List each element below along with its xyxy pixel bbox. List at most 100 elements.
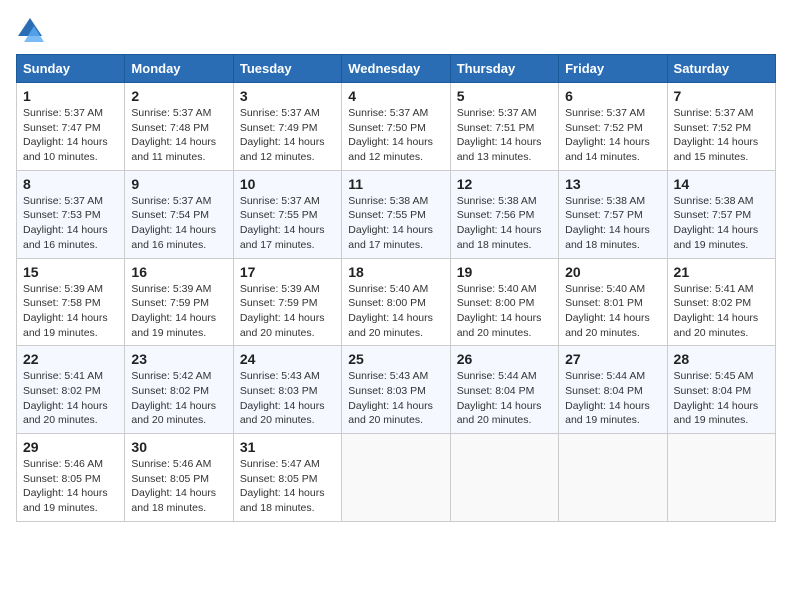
day-number: 11	[348, 176, 443, 192]
calendar-cell: 19 Sunrise: 5:40 AM Sunset: 8:00 PM Dayl…	[450, 258, 558, 346]
calendar-cell: 16 Sunrise: 5:39 AM Sunset: 7:59 PM Dayl…	[125, 258, 233, 346]
day-number: 7	[674, 88, 769, 104]
cell-content: Sunrise: 5:46 AM Sunset: 8:05 PM Dayligh…	[131, 457, 226, 516]
calendar-cell: 14 Sunrise: 5:38 AM Sunset: 7:57 PM Dayl…	[667, 170, 775, 258]
cell-content: Sunrise: 5:37 AM Sunset: 7:50 PM Dayligh…	[348, 106, 443, 165]
calendar-cell: 25 Sunrise: 5:43 AM Sunset: 8:03 PM Dayl…	[342, 346, 450, 434]
header	[16, 16, 776, 44]
day-number: 26	[457, 351, 552, 367]
calendar-cell: 20 Sunrise: 5:40 AM Sunset: 8:01 PM Dayl…	[559, 258, 667, 346]
cell-content: Sunrise: 5:41 AM Sunset: 8:02 PM Dayligh…	[23, 369, 118, 428]
cell-content: Sunrise: 5:40 AM Sunset: 8:00 PM Dayligh…	[348, 282, 443, 341]
cell-content: Sunrise: 5:43 AM Sunset: 8:03 PM Dayligh…	[240, 369, 335, 428]
day-number: 23	[131, 351, 226, 367]
calendar-cell	[450, 434, 558, 522]
calendar-cell: 24 Sunrise: 5:43 AM Sunset: 8:03 PM Dayl…	[233, 346, 341, 434]
cell-content: Sunrise: 5:42 AM Sunset: 8:02 PM Dayligh…	[131, 369, 226, 428]
logo	[16, 16, 48, 44]
cell-content: Sunrise: 5:38 AM Sunset: 7:55 PM Dayligh…	[348, 194, 443, 253]
calendar-cell: 6 Sunrise: 5:37 AM Sunset: 7:52 PM Dayli…	[559, 83, 667, 171]
weekday-header-row: SundayMondayTuesdayWednesdayThursdayFrid…	[17, 55, 776, 83]
day-number: 1	[23, 88, 118, 104]
day-number: 13	[565, 176, 660, 192]
calendar-cell: 22 Sunrise: 5:41 AM Sunset: 8:02 PM Dayl…	[17, 346, 125, 434]
day-number: 8	[23, 176, 118, 192]
logo-icon	[16, 16, 44, 44]
day-number: 27	[565, 351, 660, 367]
day-number: 29	[23, 439, 118, 455]
cell-content: Sunrise: 5:44 AM Sunset: 8:04 PM Dayligh…	[457, 369, 552, 428]
day-number: 22	[23, 351, 118, 367]
day-number: 20	[565, 264, 660, 280]
calendar-cell: 31 Sunrise: 5:47 AM Sunset: 8:05 PM Dayl…	[233, 434, 341, 522]
calendar-cell: 1 Sunrise: 5:37 AM Sunset: 7:47 PM Dayli…	[17, 83, 125, 171]
calendar-cell: 10 Sunrise: 5:37 AM Sunset: 7:55 PM Dayl…	[233, 170, 341, 258]
calendar-cell	[667, 434, 775, 522]
cell-content: Sunrise: 5:41 AM Sunset: 8:02 PM Dayligh…	[674, 282, 769, 341]
cell-content: Sunrise: 5:38 AM Sunset: 7:57 PM Dayligh…	[674, 194, 769, 253]
calendar-cell: 4 Sunrise: 5:37 AM Sunset: 7:50 PM Dayli…	[342, 83, 450, 171]
weekday-header-friday: Friday	[559, 55, 667, 83]
day-number: 21	[674, 264, 769, 280]
cell-content: Sunrise: 5:37 AM Sunset: 7:54 PM Dayligh…	[131, 194, 226, 253]
calendar-cell: 9 Sunrise: 5:37 AM Sunset: 7:54 PM Dayli…	[125, 170, 233, 258]
day-number: 18	[348, 264, 443, 280]
week-row-4: 22 Sunrise: 5:41 AM Sunset: 8:02 PM Dayl…	[17, 346, 776, 434]
cell-content: Sunrise: 5:38 AM Sunset: 7:56 PM Dayligh…	[457, 194, 552, 253]
calendar-cell: 17 Sunrise: 5:39 AM Sunset: 7:59 PM Dayl…	[233, 258, 341, 346]
week-row-3: 15 Sunrise: 5:39 AM Sunset: 7:58 PM Dayl…	[17, 258, 776, 346]
cell-content: Sunrise: 5:46 AM Sunset: 8:05 PM Dayligh…	[23, 457, 118, 516]
calendar-cell: 12 Sunrise: 5:38 AM Sunset: 7:56 PM Dayl…	[450, 170, 558, 258]
calendar-cell: 7 Sunrise: 5:37 AM Sunset: 7:52 PM Dayli…	[667, 83, 775, 171]
day-number: 10	[240, 176, 335, 192]
cell-content: Sunrise: 5:37 AM Sunset: 7:48 PM Dayligh…	[131, 106, 226, 165]
calendar-cell	[342, 434, 450, 522]
day-number: 15	[23, 264, 118, 280]
cell-content: Sunrise: 5:40 AM Sunset: 8:00 PM Dayligh…	[457, 282, 552, 341]
calendar-cell: 18 Sunrise: 5:40 AM Sunset: 8:00 PM Dayl…	[342, 258, 450, 346]
cell-content: Sunrise: 5:39 AM Sunset: 7:59 PM Dayligh…	[131, 282, 226, 341]
day-number: 16	[131, 264, 226, 280]
cell-content: Sunrise: 5:37 AM Sunset: 7:52 PM Dayligh…	[565, 106, 660, 165]
cell-content: Sunrise: 5:47 AM Sunset: 8:05 PM Dayligh…	[240, 457, 335, 516]
day-number: 25	[348, 351, 443, 367]
day-number: 6	[565, 88, 660, 104]
weekday-header-saturday: Saturday	[667, 55, 775, 83]
day-number: 5	[457, 88, 552, 104]
day-number: 30	[131, 439, 226, 455]
calendar-cell: 2 Sunrise: 5:37 AM Sunset: 7:48 PM Dayli…	[125, 83, 233, 171]
cell-content: Sunrise: 5:37 AM Sunset: 7:55 PM Dayligh…	[240, 194, 335, 253]
week-row-2: 8 Sunrise: 5:37 AM Sunset: 7:53 PM Dayli…	[17, 170, 776, 258]
day-number: 28	[674, 351, 769, 367]
weekday-header-tuesday: Tuesday	[233, 55, 341, 83]
weekday-header-sunday: Sunday	[17, 55, 125, 83]
day-number: 19	[457, 264, 552, 280]
calendar-cell: 8 Sunrise: 5:37 AM Sunset: 7:53 PM Dayli…	[17, 170, 125, 258]
calendar-cell: 3 Sunrise: 5:37 AM Sunset: 7:49 PM Dayli…	[233, 83, 341, 171]
cell-content: Sunrise: 5:37 AM Sunset: 7:47 PM Dayligh…	[23, 106, 118, 165]
day-number: 31	[240, 439, 335, 455]
day-number: 9	[131, 176, 226, 192]
day-number: 4	[348, 88, 443, 104]
week-row-5: 29 Sunrise: 5:46 AM Sunset: 8:05 PM Dayl…	[17, 434, 776, 522]
calendar-cell: 15 Sunrise: 5:39 AM Sunset: 7:58 PM Dayl…	[17, 258, 125, 346]
calendar-cell: 27 Sunrise: 5:44 AM Sunset: 8:04 PM Dayl…	[559, 346, 667, 434]
week-row-1: 1 Sunrise: 5:37 AM Sunset: 7:47 PM Dayli…	[17, 83, 776, 171]
calendar-cell: 21 Sunrise: 5:41 AM Sunset: 8:02 PM Dayl…	[667, 258, 775, 346]
calendar-cell: 13 Sunrise: 5:38 AM Sunset: 7:57 PM Dayl…	[559, 170, 667, 258]
cell-content: Sunrise: 5:37 AM Sunset: 7:49 PM Dayligh…	[240, 106, 335, 165]
day-number: 24	[240, 351, 335, 367]
cell-content: Sunrise: 5:45 AM Sunset: 8:04 PM Dayligh…	[674, 369, 769, 428]
calendar-cell: 23 Sunrise: 5:42 AM Sunset: 8:02 PM Dayl…	[125, 346, 233, 434]
cell-content: Sunrise: 5:39 AM Sunset: 7:59 PM Dayligh…	[240, 282, 335, 341]
day-number: 2	[131, 88, 226, 104]
cell-content: Sunrise: 5:40 AM Sunset: 8:01 PM Dayligh…	[565, 282, 660, 341]
cell-content: Sunrise: 5:39 AM Sunset: 7:58 PM Dayligh…	[23, 282, 118, 341]
calendar-cell: 26 Sunrise: 5:44 AM Sunset: 8:04 PM Dayl…	[450, 346, 558, 434]
cell-content: Sunrise: 5:37 AM Sunset: 7:51 PM Dayligh…	[457, 106, 552, 165]
calendar-cell: 29 Sunrise: 5:46 AM Sunset: 8:05 PM Dayl…	[17, 434, 125, 522]
calendar-cell	[559, 434, 667, 522]
calendar-cell: 5 Sunrise: 5:37 AM Sunset: 7:51 PM Dayli…	[450, 83, 558, 171]
cell-content: Sunrise: 5:37 AM Sunset: 7:52 PM Dayligh…	[674, 106, 769, 165]
calendar-cell: 30 Sunrise: 5:46 AM Sunset: 8:05 PM Dayl…	[125, 434, 233, 522]
